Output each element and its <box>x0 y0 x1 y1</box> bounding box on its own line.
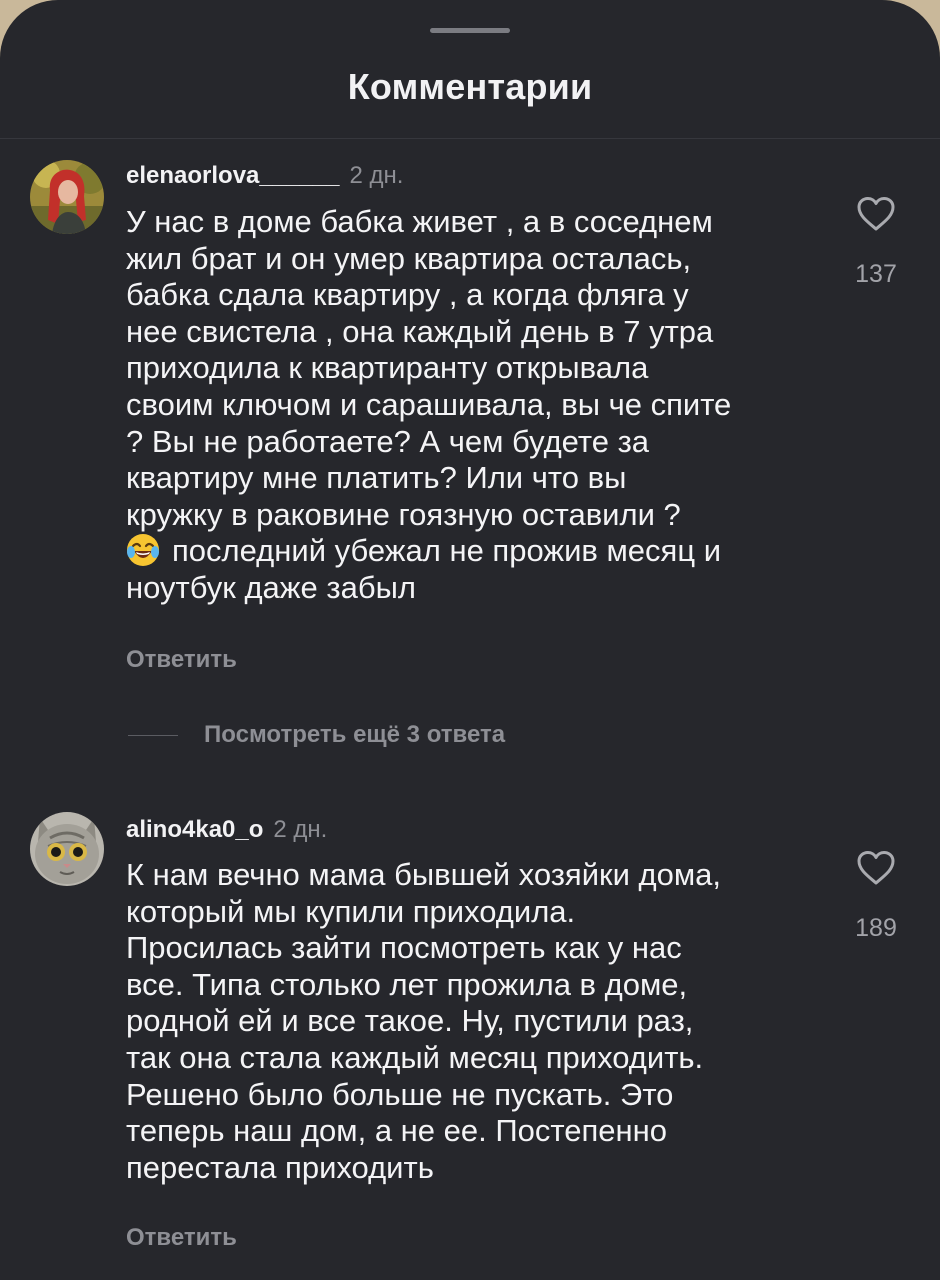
view-replies-rule <box>128 734 178 736</box>
comment-line: кружку в раковине гоязную оставили ? <box>126 496 681 532</box>
comment-line-with-emoji: последний убежал не прожив месяц и <box>126 533 826 570</box>
comment-meta: elenaorlova______ 2 дн. <box>126 162 403 190</box>
comment-line: жил брат и он умер квартира осталась, <box>126 240 692 276</box>
comment-line: приходила к квартиранту открывала <box>126 350 649 386</box>
comment-line: У нас в доме бабка живет , а в соседнем <box>126 204 713 239</box>
like-control: 189 <box>846 850 906 943</box>
comment-text: У нас в доме бабка живет , а в соседнем … <box>126 204 826 607</box>
comment-line: ? Вы не работаете? А чем будете за <box>126 423 650 459</box>
comment-text: К нам вечно мама бывшей хозяйки дома, ко… <box>126 857 826 1186</box>
like-count: 137 <box>855 260 897 288</box>
comment-line: перестала приходить <box>126 1149 434 1185</box>
comment-line: бабка сдала квартиру , а когда фляга у <box>126 277 689 313</box>
comment-line: ноутбук даже забыл <box>126 569 416 605</box>
comments-sheet: Комментарии elenaorlova______ 2 дн. У нас… <box>0 0 940 1280</box>
header-divider <box>0 138 940 139</box>
username[interactable]: alino4ka0_o <box>126 816 263 843</box>
comment-line: квартиру мне платить? Или что вы <box>126 460 627 496</box>
comment-meta: alino4ka0_o 2 дн. <box>126 816 327 844</box>
view-replies-button[interactable]: Посмотреть ещё 3 ответа <box>128 718 505 752</box>
comment-line: родной ей и все такое. Ну, пустили раз, <box>126 1003 694 1039</box>
reply-button[interactable]: Ответить <box>126 1224 237 1252</box>
comment-line-text: последний убежал не прожив месяц и <box>172 533 722 569</box>
timestamp: 2 дн. <box>273 816 328 843</box>
heart-outline-icon[interactable] <box>856 850 896 886</box>
comment-line: который мы купили приходила. <box>126 893 576 929</box>
comment-line: своим ключом и сарашивала, вы че спите <box>126 386 732 422</box>
comment-line: К нам вечно мама бывшей хозяйки дома, <box>126 857 722 892</box>
comment-line: теперь наш дом, а не ее. Постепенно <box>126 1113 667 1149</box>
like-count: 189 <box>855 914 897 942</box>
comment-line: все. Типа столько лет прожила в доме, <box>126 966 688 1002</box>
username[interactable]: elenaorlova______ <box>126 162 339 189</box>
avatar[interactable] <box>30 160 104 234</box>
face-with-tears-of-joy-icon <box>127 534 159 567</box>
heart-outline-icon[interactable] <box>856 196 896 232</box>
comment-line: Просилась зайти посмотреть как у нас <box>126 930 682 966</box>
view-replies-label: Посмотреть ещё 3 ответа <box>204 721 506 748</box>
sheet-title: Комментарии <box>347 66 593 107</box>
sheet-grab-handle[interactable] <box>430 28 510 33</box>
comment-line: Решено было больше не пускать. Это <box>126 1076 674 1112</box>
avatar[interactable] <box>30 812 104 886</box>
timestamp: 2 дн. <box>349 162 404 189</box>
comment-line: так она стала каждый месяц приходить. <box>126 1039 704 1075</box>
like-control: 137 <box>846 196 906 289</box>
comment-line: нее свистела , она каждый день в 7 утра <box>126 313 714 349</box>
reply-button[interactable]: Ответить <box>126 646 237 674</box>
